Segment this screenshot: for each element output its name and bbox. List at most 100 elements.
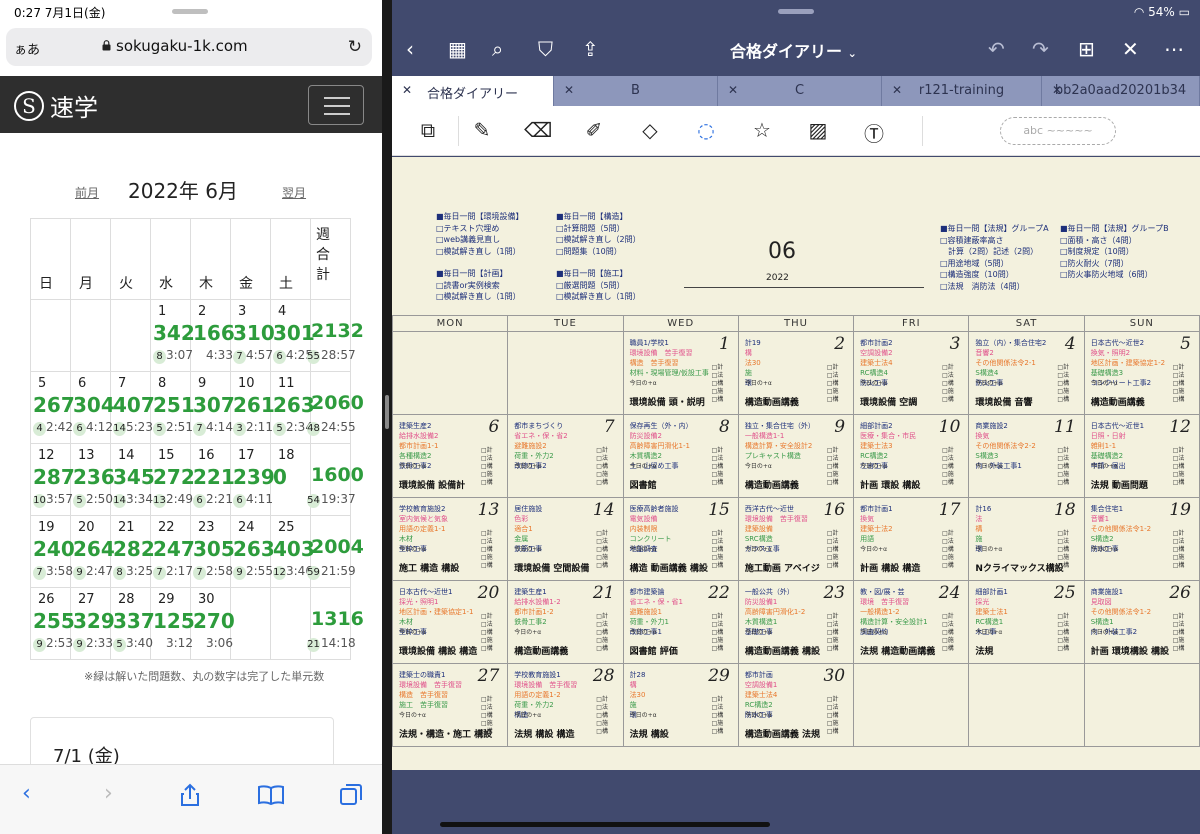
grid-day-cell[interactable]: 27 建築士の職責1 環境設備 苦手復習 構造 苦手復習 施工 苦手復習 □計 □法 □構 □施…	[392, 663, 509, 747]
grid-day-cell[interactable]: 29 計28 構法30 施環 □計 □法 □構 □施 □構 今日の+α 法規 構設	[622, 663, 739, 747]
grid-day-cell[interactable]: 12 日本古代〜近世1 日照・日射 雑則1-1 基礎構造2 申請・届出 □計 □法 □構 □施 □構…	[1083, 414, 1200, 498]
calendar-day-cell[interactable]: 26 255 9 2:53	[30, 587, 75, 660]
subject-checklist[interactable]: □計 □法 □構 □施 □構	[596, 613, 608, 653]
subject-checklist[interactable]: □計 □法 □構 □施 □構	[596, 447, 608, 487]
subject-checklist[interactable]: □計 □法 □構 □施 □構	[712, 447, 724, 487]
notebook-page[interactable]: ■毎日一問【環境設備】 □テキスト穴埋め □web講義見直し □模試解き直し（1問） …	[392, 157, 1200, 770]
grid-day-cell[interactable]: 30 都市計画 空調設備1 建築士法4 RC構造2 防水工事 □計 □法 □構 □施 □構 今日の+α…	[737, 663, 855, 747]
grid-day-cell[interactable]: 17 都市計画1 換気 建築士法2 用語 □計 □法 □構 □施 □構 今日の+α 計画 構設 構造	[853, 497, 970, 581]
grid-day-cell[interactable]: 4 独立（内）・集合住宅2 音響2 その他関係法令2-1 S構造4 防火工事 □計 □法 □構 □…	[968, 331, 1085, 415]
pen-icon[interactable]: ✎	[468, 118, 496, 146]
grid-day-cell[interactable]: 26 商業施設1 見取図 その他関係法令1-2 S構造1 内・外装工事2 □計 □法 □構 □施 □…	[1083, 580, 1200, 664]
grid-day-cell[interactable]: 8 保存再生（外・内） 防災設備2 高齢障害円滑化1-1 木質構造2 土・山留め工事 □計 □…	[622, 414, 739, 498]
grid-day-cell[interactable]: 9 独立・集合住宅（外） 一般構造1-1 構造計算・安全設計2 プレキャスト構造 □計 □法…	[737, 414, 855, 498]
grid-day-cell[interactable]: 13 学校教育施設2 室内気候と気象 用語の定義1-1 木材 型枠工事 □計 □法 □構 □施 □構…	[392, 497, 509, 581]
document-tab[interactable]: ✕ 合格ダイアリー	[392, 76, 554, 106]
undo-icon[interactable]: ↶	[988, 37, 1005, 61]
calendar-day-cell[interactable]: 16 221 6 2:21	[190, 443, 235, 516]
subject-checklist[interactable]: □計 □法 □構 □施 □構	[481, 613, 493, 653]
calendar-day-cell[interactable]: 3 310 7 4:57	[230, 299, 275, 372]
grid-day-cell[interactable]: 15 医療高齢者施設 電気設備 内装制限 コンクリート 地盤調査 □計 □法 □構 □施 □構 今日の…	[622, 497, 739, 581]
bookmark-icon[interactable]: ⛉	[538, 37, 553, 61]
calendar-day-cell[interactable]: 18 0	[270, 443, 311, 516]
eraser-icon[interactable]: ⌫	[524, 118, 552, 146]
calendar-day-cell[interactable]: 17 239 6 4:11	[230, 443, 275, 516]
calendar-day-cell[interactable]: 28 337 5 3:40	[110, 587, 155, 660]
search-icon[interactable]: ⌕	[492, 37, 503, 61]
subject-checklist[interactable]: □計 □法 □構 □施 □構	[1173, 530, 1185, 570]
zoom-window-icon[interactable]: ⧉	[414, 118, 442, 146]
calendar-day-cell[interactable]: 8 251 5 2:51	[150, 371, 195, 444]
grid-day-cell[interactable]: 1 職員1/学校1 環境設備 苦手復習 構造 苦手復習 材料・現場管理/仮設工事 □計 □法…	[622, 331, 739, 415]
reader-aa-button[interactable]: ぁあ	[14, 39, 40, 58]
grid-day-cell[interactable]: 3 都市計画2 空調設備2 建築士法4 RC構造4 防火工事 □計 □法 □構 □施 □構 今日の+α…	[853, 331, 970, 415]
calendar-day-cell[interactable]: 20 264 9 2:47	[70, 515, 115, 588]
text-box-icon[interactable]: Ⓣ	[860, 118, 888, 146]
grid-day-cell[interactable]: 14 居住施設 色彩 適合1 金属 鉄筋工事 □計 □法 □構 □施 □構 今日の+α 環境設備 空間設…	[507, 497, 624, 581]
subject-checklist[interactable]: □計 □法 □構 □施 □構	[827, 696, 839, 736]
subject-checklist[interactable]: □計 □法 □構 □施 □構	[942, 530, 954, 570]
subject-checklist[interactable]: □計 □法 □構 □施 □構	[481, 447, 493, 487]
export-icon[interactable]: ⇪	[582, 37, 599, 61]
grid-day-cell[interactable]: 23 一般公共（外） 防災設備1 高齢障害円滑化1-2 木質構造1 基礎工事 □計 □法 □構 □…	[737, 580, 855, 664]
grid-day-cell[interactable]	[968, 663, 1085, 747]
lasso-icon[interactable]: ◌	[692, 118, 720, 146]
calendar-day-cell[interactable]: 13 236 5 2:50	[70, 443, 115, 516]
subject-checklist[interactable]: □計 □法 □構 □施 □構	[942, 364, 954, 404]
calendar-day-cell[interactable]: 4 301 6 4:25	[270, 299, 315, 372]
document-tab[interactable]: ✕ C	[718, 76, 882, 106]
site-logo[interactable]: S 速学	[14, 88, 98, 123]
split-view-divider[interactable]	[382, 0, 392, 834]
grid-day-cell[interactable]: 20 日本古代〜近世1 採光・照明1 地区計画・建築協定1-1 木材 型枠工事 □計 □法 □構…	[392, 580, 509, 664]
document-title[interactable]: 合格ダイアリー ⌄	[730, 38, 857, 62]
calendar-day-cell[interactable]: 2 166 4:33	[190, 299, 235, 372]
grid-day-cell[interactable]: 22 都市建築論 省エネ・保・省1 避難施設1 荷重・外力1 改修工事1 □計 □法 □構 □施 □…	[622, 580, 739, 664]
calendar-day-cell[interactable]: 1 342 8 3:07	[150, 299, 195, 372]
calendar-day-cell[interactable]: 25 403 12 3:46	[270, 515, 315, 588]
grid-day-cell[interactable]: 21 建築生産1 給排水設備1-2 都市計画1-2 鉄骨工事2 □計 □法 □構 □施 □構 今日の…	[507, 580, 624, 664]
grid-day-cell[interactable]: 11 商業施設2 換気 その他関係法令2-2 S構造3 内・外装工事1 □計 □法 □構 □施 □構…	[968, 414, 1085, 498]
next-month-link[interactable]: 翌月	[282, 184, 306, 201]
multitask-grabber-right[interactable]	[778, 9, 814, 14]
calendar-day-cell[interactable]: 30 270 3:06	[190, 587, 235, 660]
grid-day-cell[interactable]: 16 西洋古代〜近世 環境設備 苦手復習 建築設備 SRC構造 ガラス工事 □計 □法 □構 □施…	[737, 497, 855, 581]
document-tab[interactable]: ✕ B	[554, 76, 718, 106]
calendar-day-cell[interactable]: 7 407 14 5:23	[110, 371, 155, 444]
calendar-day-cell[interactable]: 21 282 8 3:25	[110, 515, 155, 588]
shapes-icon[interactable]: ◇	[636, 118, 664, 146]
subject-checklist[interactable]: □計 □法 □構 □施 □構	[712, 530, 724, 570]
forward-icon[interactable]: ›	[104, 781, 113, 806]
subject-checklist[interactable]: □計 □法 □構 □施 □構	[827, 364, 839, 404]
handwriting-preview[interactable]: abc ~~~~~	[1000, 117, 1116, 145]
calendar-day-cell[interactable]: 22 247 7 2:17	[150, 515, 195, 588]
grid-day-cell[interactable]: 6 建築生産2 給排水設備2 都市計画1-1 各種構造2 鉄骨工事2 □計 □法 □構 □施 □構今…	[392, 414, 509, 498]
back-icon[interactable]: ‹	[22, 781, 31, 806]
grid-day-cell[interactable]: 24 教・図/展・芸 環境 苦手復習 一般構造1-2 構造計算・安全設計1 調査契約 □計 □…	[853, 580, 970, 664]
grid-day-cell[interactable]	[392, 331, 509, 415]
subject-checklist[interactable]: □計 □法 □構 □施 □構	[942, 613, 954, 653]
reload-icon[interactable]: ↻	[348, 37, 362, 57]
subject-checklist[interactable]: □計 □法 □構 □施 □構	[1173, 364, 1185, 404]
calendar-day-cell[interactable]: 6 304 6 4:12	[70, 371, 115, 444]
grid-day-cell[interactable]	[1083, 663, 1200, 747]
bookmarks-icon[interactable]	[258, 785, 284, 805]
calendar-day-cell[interactable]: 15 272 13 2:49	[150, 443, 195, 516]
calendar-day-cell[interactable]: 11 263 5 2:34	[270, 371, 315, 444]
close-toolbar-icon[interactable]: ✕	[1122, 37, 1139, 61]
add-page-icon[interactable]: ⊞	[1078, 37, 1095, 61]
grid-day-cell[interactable]	[853, 663, 970, 747]
hamburger-menu-button[interactable]	[308, 85, 364, 125]
subject-checklist[interactable]: □計 □法 □構 □施 □構	[827, 530, 839, 570]
image-icon[interactable]: ▨	[804, 118, 832, 146]
subject-checklist[interactable]: □計 □法 □構 □施 □構	[1057, 447, 1069, 487]
subject-checklist[interactable]: □計 □法 □構 □施 □構	[827, 613, 839, 653]
redo-icon[interactable]: ↷	[1032, 37, 1049, 61]
calendar-day-cell[interactable]: 29 125 3:12	[150, 587, 195, 660]
document-tab[interactable]: ✕ bb2a0aad20201b34	[1042, 76, 1200, 106]
calendar-day-cell[interactable]: 14 345 14 3:34	[110, 443, 155, 516]
grid-day-cell[interactable]: 10 細部計画2 医療・集合・市民 建築士法3 RC構造2 左官工事 □計 □法 □構 □施 □構今…	[853, 414, 970, 498]
grid-day-cell[interactable]: 2 計19 構法30 施環 □計 □法 □構 □施 □構 今日の+α 構造動画講義	[737, 331, 855, 415]
grid-day-cell[interactable]: 18 計16 法構施環 □計 □法 □構 □施 □構 今日の+α Nクライマックス構設	[968, 497, 1085, 581]
grid-day-cell[interactable]: 28 学校教育施設1 環境設備 苦手復習 用語の定義1-2 荷重・外力2 構造 □計 □法 □構…	[507, 663, 624, 747]
subject-checklist[interactable]: □計 □法 □構 □施 □構	[1057, 364, 1069, 404]
